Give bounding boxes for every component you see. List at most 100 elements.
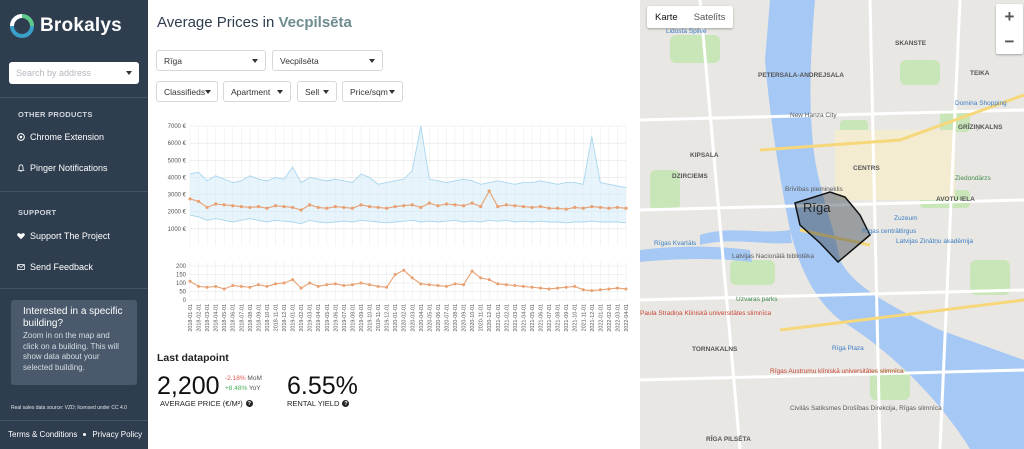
chevron-down-icon <box>126 71 132 75</box>
price-point <box>273 204 278 208</box>
info-card-title: Interested in a specific building? <box>23 306 123 329</box>
count-point <box>564 285 568 289</box>
x-tick-label: 2018-02-01 <box>197 304 203 332</box>
x-tick-label: 2020-01-01 <box>393 304 399 332</box>
sidebar-item-support-project[interactable]: Support The Project <box>17 231 110 241</box>
divider <box>0 420 148 421</box>
price-point <box>496 204 500 209</box>
metric-select[interactable]: Price/sqm <box>342 81 403 102</box>
terms-link[interactable]: Terms & Conditions <box>8 430 77 439</box>
rental-yield-value: 6.55% <box>287 372 358 400</box>
brand[interactable]: Brokalys <box>10 14 122 38</box>
x-tick-label: 2018-05-01 <box>222 304 228 332</box>
map[interactable]: Rīga Lidosta Spilve PETERSALA-ANDREJSALA… <box>640 0 1024 449</box>
price-point <box>521 204 526 209</box>
x-tick-label: 2018-10-01 <box>265 304 271 332</box>
search-placeholder: Search by address <box>16 68 92 78</box>
price-point <box>290 205 295 210</box>
x-tick-label: 2022-01-01 <box>598 304 604 332</box>
yoy-label: YoY <box>248 385 261 392</box>
x-tick-label: 2019-02-01 <box>299 304 305 332</box>
map-canvas[interactable] <box>640 0 1024 449</box>
address-search-select[interactable]: Search by address <box>9 62 139 84</box>
support-title: SUPPORT <box>18 208 57 217</box>
map-label: Brīvības piemineklis <box>785 186 843 193</box>
x-tick-label: 2018-07-01 <box>239 304 245 332</box>
source-select-value: Classifieds <box>164 86 206 97</box>
x-tick-label: 2019-01-01 <box>291 304 297 332</box>
x-tick-label: 2021-03-01 <box>513 304 519 332</box>
map-label: CENTRS <box>853 165 880 172</box>
map-label: Domina Shopping <box>955 100 1007 107</box>
city-select[interactable]: Rīga <box>156 50 266 71</box>
price-point <box>222 203 226 207</box>
price-point <box>367 204 372 209</box>
city-select-value: Rīga <box>164 55 182 66</box>
y-tick-label: 2000 € <box>168 210 187 216</box>
deal-type-select[interactable]: Sell <box>297 81 337 102</box>
chevron-down-icon <box>252 58 258 63</box>
count-point <box>197 284 201 288</box>
map-label: Rīgas Kvartāls <box>654 240 697 247</box>
map-label: TEIKA <box>970 70 990 77</box>
price-point <box>624 206 628 210</box>
count-point <box>479 276 483 280</box>
map-label: KIPSALA <box>690 152 719 159</box>
sidebar-item-chrome-extension[interactable]: Chrome Extension <box>17 132 104 142</box>
envelope-icon <box>17 264 25 270</box>
map-label: Civilās Satiksmes Drošības Direkcija, Rī… <box>790 405 942 412</box>
map-label: GRĪZIŅKALNS <box>958 124 1003 131</box>
property-type-select[interactable]: Apartment <box>223 81 291 102</box>
separator-dot <box>83 433 87 436</box>
count-point <box>598 288 602 292</box>
main-panel: Average Prices in Vecpilsēta Rīga Vecpil… <box>148 0 640 449</box>
map-type-satellite-button[interactable]: Satelīts <box>686 6 734 28</box>
average-price-value: 2,200 <box>157 372 220 400</box>
brokalys-logo-icon <box>10 14 34 38</box>
count-point <box>316 284 320 288</box>
price-point <box>188 197 192 201</box>
source-select[interactable]: Classifieds <box>156 81 218 102</box>
zoom-out-button[interactable]: − <box>996 29 1023 54</box>
price-point <box>239 204 243 209</box>
y-tick-label: 5000 € <box>168 158 187 164</box>
help-icon[interactable]: ? <box>342 400 350 407</box>
price-point <box>419 205 423 210</box>
map-label: Ziedondārzs <box>955 175 991 182</box>
price-point <box>479 204 483 209</box>
page-title-prefix: Average Prices in <box>157 14 275 31</box>
zoom-in-button[interactable]: + <box>996 4 1023 29</box>
price-point <box>427 201 431 205</box>
count-point <box>624 287 628 291</box>
y-tick-label: 3000 € <box>168 193 187 199</box>
count-point <box>325 283 329 287</box>
x-tick-label: 2022-02-01 <box>607 304 613 332</box>
price-point <box>598 205 602 210</box>
x-tick-label: 2021-11-01 <box>581 304 587 331</box>
x-tick-label: 2020-09-01 <box>462 304 468 332</box>
privacy-link[interactable]: Privacy Policy <box>92 430 142 439</box>
footer-links: Terms & Conditions Privacy Policy <box>8 430 142 439</box>
district-select[interactable]: Vecpilsēta <box>272 50 383 71</box>
count-point <box>333 282 337 286</box>
map-label: DZIRCIEMS <box>672 173 708 180</box>
sidebar-item-send-feedback[interactable]: Send Feedback <box>17 262 93 272</box>
x-tick-label: 2018-08-01 <box>248 304 254 332</box>
brand-name: Brokalys <box>40 15 122 36</box>
x-tick-label: 2021-01-01 <box>496 304 502 332</box>
help-icon[interactable]: ? <box>245 400 253 407</box>
y-tick-label: 4000 € <box>168 175 187 181</box>
count-point <box>393 273 397 276</box>
metric-select-value: Price/sqm <box>350 86 388 97</box>
x-tick-label: 2022-04-01 <box>624 304 630 332</box>
count-point <box>273 282 277 286</box>
count-point <box>265 284 269 288</box>
count-point <box>410 276 414 280</box>
info-card-body: Zoom in on the map and click on a buildi… <box>23 331 119 372</box>
sidebar-item-label: Pinger Notifications <box>30 163 108 173</box>
count-point <box>615 286 619 290</box>
average-price-label-text: AVERAGE PRICE (€/M²) <box>160 399 243 408</box>
count-point <box>385 285 389 289</box>
map-type-map-button[interactable]: Karte <box>647 6 686 28</box>
sidebar-item-pinger-notifications[interactable]: Pinger Notifications <box>17 163 108 173</box>
